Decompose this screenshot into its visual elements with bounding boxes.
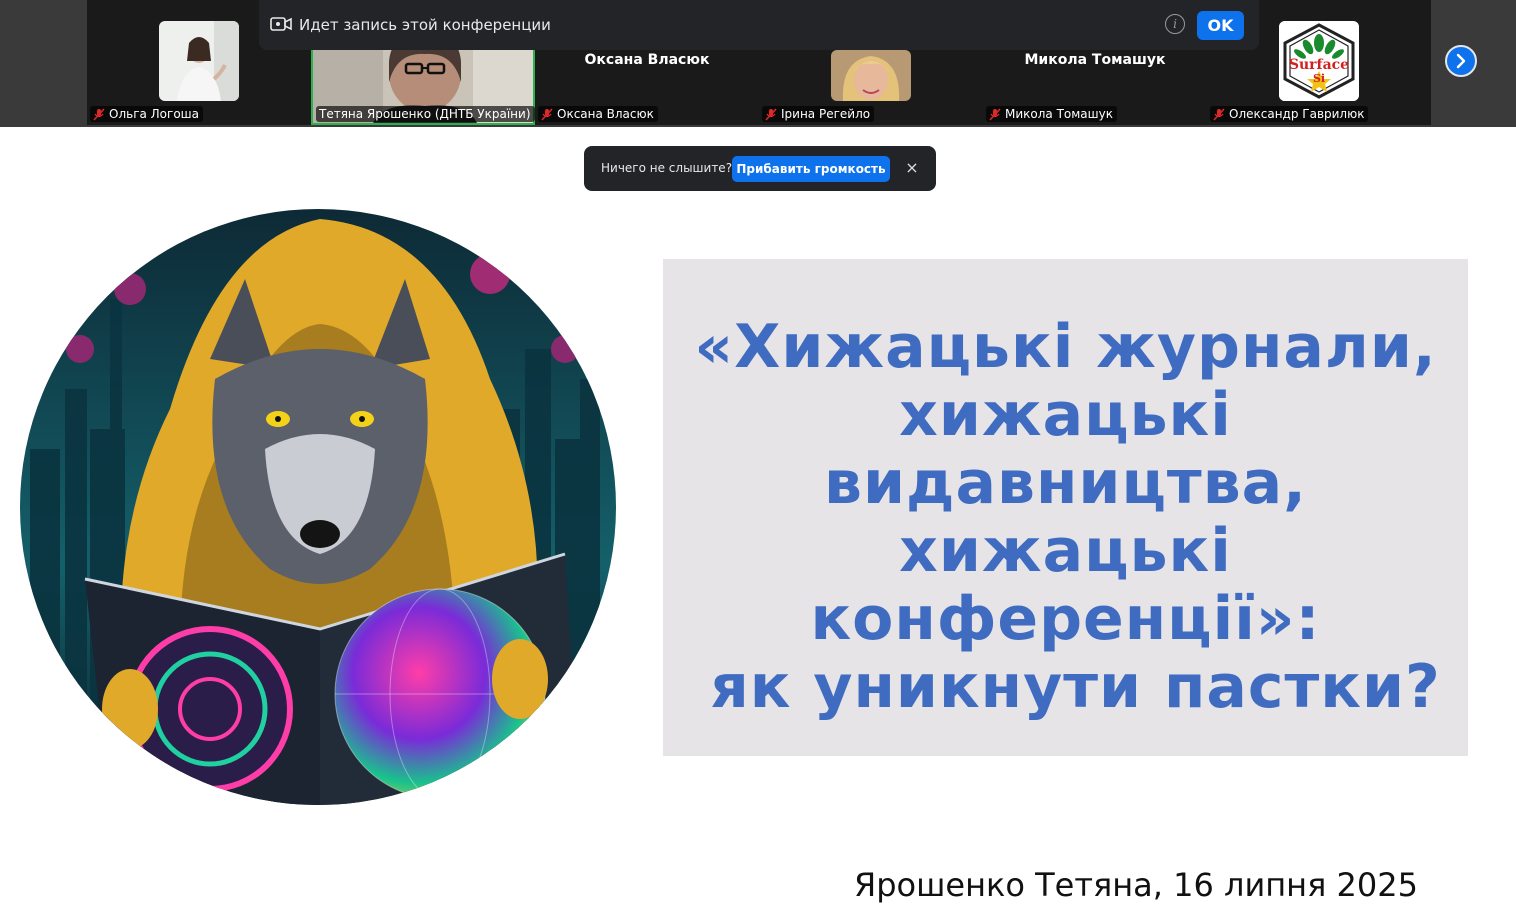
toast-message: Ничего не слышите? (601, 161, 733, 175)
close-icon[interactable]: × (903, 158, 921, 177)
recording-text: Идет запись этой конференции (299, 16, 551, 34)
participant-big-name: Микола Томашук (1024, 52, 1166, 68)
slide-author-date: Ярошенко Тетяна, 16 липня 2025 (854, 866, 1418, 904)
participant-name: Олександр Гаврилюк (1229, 107, 1365, 121)
slide-title-line: «Хижацькі журнали, (694, 312, 1437, 382)
participant-nameplate: Ірина Регейло (762, 106, 875, 122)
slide-title-line: видавництва, (824, 448, 1307, 518)
participant-name: Оксана Власюк (557, 107, 654, 121)
surface-si-logo: Surface Si (1279, 21, 1359, 101)
slide-title: «Хижацькі журнали, хижацькі видавництва,… (663, 313, 1468, 721)
participant-nameplate: Микола Томашук (986, 106, 1117, 122)
participant-video (159, 21, 239, 101)
slide-title-line: як уникнути пастки? (710, 652, 1441, 722)
mic-muted-icon (1213, 107, 1225, 121)
info-icon[interactable]: i (1165, 14, 1185, 34)
participant-nameplate: Олександр Гаврилюк (1210, 106, 1369, 122)
slide-illustration-wolf (20, 209, 616, 805)
participant-video (831, 50, 911, 101)
next-page-button[interactable] (1445, 45, 1477, 77)
slide-title-line: хижацькі (899, 380, 1232, 450)
mic-muted-icon (989, 107, 1001, 121)
participant-name: Микола Томашук (1005, 107, 1113, 121)
recording-camera-icon (270, 17, 292, 31)
participant-nameplate: Оксана Власюк (538, 106, 658, 122)
participant-name: Тетяна Ярошенко (ДНТБ України) (319, 107, 531, 121)
recording-banner: Идет запись этой конференции i OK (259, 0, 1259, 50)
logo-text: Surface (1289, 57, 1349, 73)
audio-toast: Ничего не слышите? Прибавить громкость × (584, 146, 936, 191)
participant-name: Ірина Регейло (781, 107, 871, 121)
slide-title-box: «Хижацькі журнали, хижацькі видавництва,… (663, 259, 1468, 756)
ok-button[interactable]: OK (1197, 11, 1244, 40)
logo-text: Si (1313, 72, 1325, 85)
slide-title-line: конференції»: (810, 584, 1321, 654)
slide-title-line: хижацькі (899, 516, 1232, 586)
participant-big-name: Оксана Власюк (584, 52, 710, 68)
mic-muted-icon (541, 107, 553, 121)
participant-name: Ольга Логоша (109, 107, 200, 121)
participant-nameplate: Ольга Логоша (90, 106, 204, 122)
mic-muted-icon (765, 107, 777, 121)
increase-volume-button[interactable]: Прибавить громкость (732, 156, 890, 182)
chevron-right-icon (1456, 53, 1466, 69)
mic-muted-icon (93, 107, 105, 121)
participant-nameplate: Тетяна Ярошенко (ДНТБ України) (316, 106, 535, 122)
